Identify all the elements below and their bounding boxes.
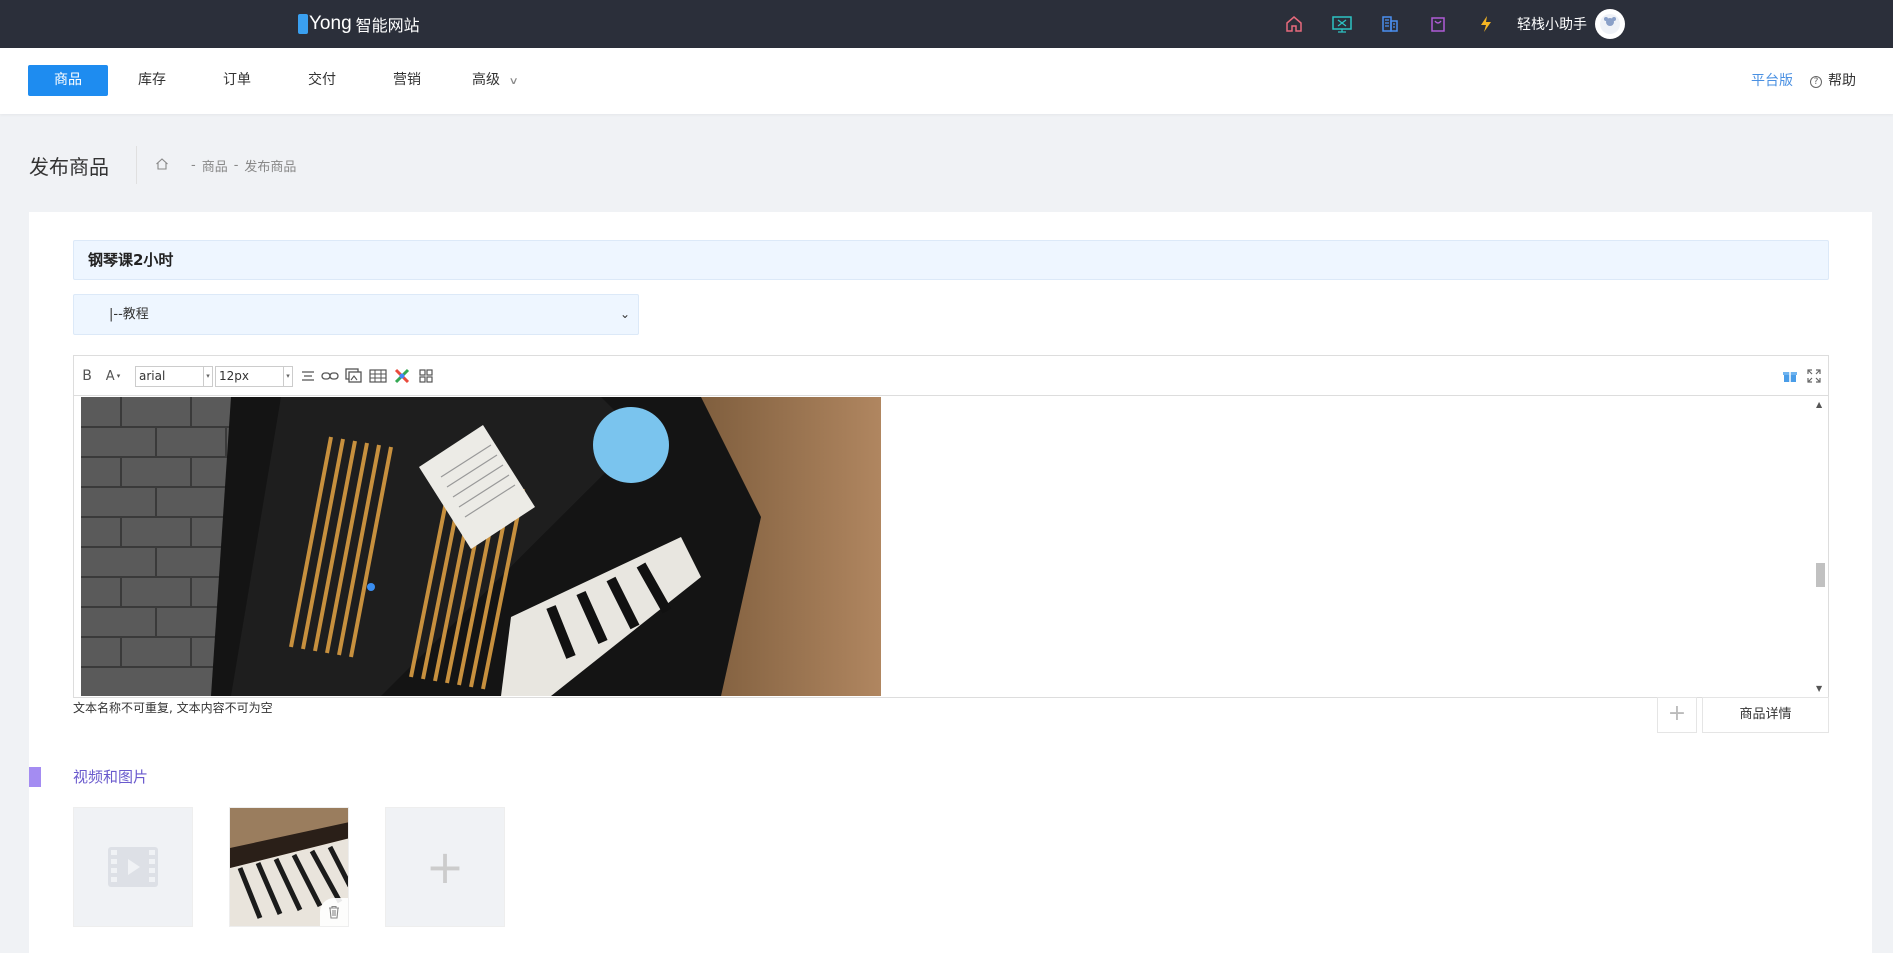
breadcrumb: - 商品 - 发布商品 [155, 156, 296, 175]
align-icon[interactable] [299, 366, 317, 386]
product-form-panel: 钢琴课2小时 |--教程 ⌄ B A ▾ arial ▾ 12px ▾ ▲ ▼ … [29, 212, 1872, 953]
plugin-icon[interactable] [392, 366, 412, 386]
breadcrumb-separator: - [233, 158, 239, 173]
scroll-up-icon[interactable]: ▲ [1816, 400, 1822, 409]
bag-icon[interactable] [1424, 10, 1452, 38]
nav-item-products[interactable]: 商品 [28, 65, 108, 96]
nav-item-marketing[interactable]: 营销 [387, 65, 427, 96]
divider [136, 146, 137, 184]
chevron-down-icon: ▾ [203, 367, 212, 386]
table-icon[interactable] [368, 366, 388, 386]
building-icon[interactable] [1376, 10, 1404, 38]
scroll-down-icon[interactable]: ▼ [1816, 684, 1822, 693]
nav-item-advanced[interactable]: 高级 ∨ [472, 65, 532, 96]
user-name: 轻栈小助手 [1517, 17, 1587, 33]
fullscreen-icon[interactable] [1804, 366, 1824, 386]
help-label: 帮助 [1828, 73, 1856, 89]
nav-item-orders[interactable]: 订单 [217, 65, 257, 96]
home-icon[interactable] [1280, 10, 1308, 38]
chevron-down-icon: ∨ [508, 76, 520, 87]
nav-item-delivery[interactable]: 交付 [302, 65, 342, 96]
font-size-select[interactable]: 12px ▾ [215, 366, 293, 387]
avatar [1595, 9, 1625, 39]
editor-toolbar: B A ▾ arial ▾ 12px ▾ [74, 356, 1828, 396]
breadcrumb-item-current: 发布商品 [244, 160, 297, 175]
top-bar: Yong 智能网站 轻栈小助手 [0, 0, 1893, 48]
category-selected-value: |--教程 [109, 307, 149, 322]
font-family-select[interactable]: arial ▾ [135, 366, 213, 387]
monitor-icon[interactable] [1328, 10, 1356, 38]
scrollbar-thumb[interactable] [1816, 563, 1825, 587]
image-icon[interactable] [344, 366, 364, 386]
plus-icon: + [425, 840, 465, 894]
user-menu[interactable]: 轻栈小助手 [1517, 9, 1625, 39]
link-icon[interactable] [320, 366, 340, 386]
delete-photo-button[interactable] [320, 898, 348, 926]
top-icon-group [1280, 10, 1520, 38]
section-accent [29, 767, 41, 787]
nav-item-inventory[interactable]: 库存 [132, 65, 172, 96]
logo-subtitle: 智能网站 [355, 16, 420, 35]
video-upload-slot[interactable] [73, 807, 193, 927]
gift-icon[interactable] [1780, 366, 1800, 386]
editor-hint: 文本名称不可重复, 文本内容不可为空 [73, 701, 273, 715]
product-photo-thumbnail[interactable] [229, 807, 349, 927]
help-link[interactable]: ? 帮助 [1810, 70, 1856, 90]
chevron-down-icon: ⌄ [619, 307, 630, 321]
editor-scrollbar[interactable]: ▲ ▼ [1812, 396, 1828, 697]
add-tab-button[interactable]: + [1657, 697, 1697, 733]
home-icon[interactable] [155, 157, 169, 175]
product-detail-tab[interactable]: 商品详情 [1702, 697, 1829, 733]
font-family-value: arial [139, 369, 166, 383]
piano-image [81, 397, 881, 696]
chevron-down-icon: ▾ [283, 367, 292, 386]
editor-content-area[interactable]: ▲ ▼ [74, 396, 1828, 697]
font-size-value: 12px [219, 369, 249, 383]
font-color-icon[interactable]: A ▾ [102, 366, 124, 386]
help-icon: ? [1810, 76, 1822, 88]
grid-icon[interactable] [416, 366, 436, 386]
platform-link[interactable]: 平台版 [1751, 70, 1793, 90]
page-title: 发布商品 [29, 155, 109, 179]
category-select[interactable]: |--教程 ⌄ [73, 294, 639, 335]
main-nav: 商品 库存 订单 交付 营销 高级 ∨ 平台版 ? 帮助 [0, 48, 1893, 114]
media-section-title: 视频和图片 [73, 768, 149, 786]
nav-item-advanced-label: 高级 [472, 72, 500, 88]
trash-icon [329, 905, 339, 919]
rich-text-editor: B A ▾ arial ▾ 12px ▾ ▲ ▼ [73, 355, 1829, 698]
logo-mark [298, 14, 308, 34]
lightning-icon[interactable] [1472, 10, 1500, 38]
add-media-button[interactable]: + [385, 807, 505, 927]
breadcrumb-separator: - [191, 158, 196, 173]
logo[interactable]: Yong 智能网站 [298, 12, 420, 36]
bold-icon[interactable]: B [79, 366, 95, 386]
product-name-input[interactable]: 钢琴课2小时 [73, 240, 1829, 280]
breadcrumb-item-products[interactable]: 商品 [202, 156, 228, 175]
logo-text: Yong [309, 13, 352, 34]
video-icon [108, 847, 158, 887]
